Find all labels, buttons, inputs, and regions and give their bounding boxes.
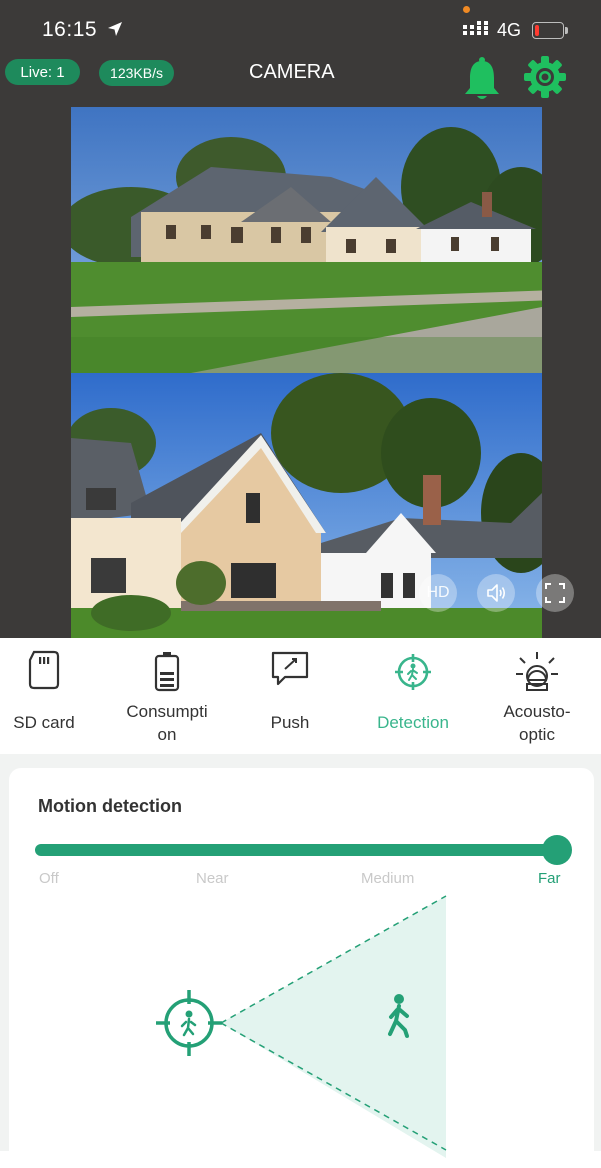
feature-tab-bar: SD card Consumpti on Push Detection Acou…: [0, 638, 601, 754]
sensor-icon: [156, 990, 222, 1056]
tab-label-consumption: Consumpti on: [126, 702, 208, 744]
volume-button[interactable]: [477, 574, 515, 612]
battery-icon: [154, 652, 180, 692]
push-icon: [271, 651, 309, 686]
speaker-icon: [487, 584, 506, 602]
tab-label-acousto-optic: Acousto- optic: [503, 702, 571, 744]
camera-feed-top[interactable]: [71, 107, 542, 373]
tab-sd-card[interactable]: SD card: [0, 638, 104, 754]
battery-icon: [532, 22, 568, 39]
fullscreen-icon: [545, 583, 565, 603]
tab-push[interactable]: Push: [230, 638, 350, 754]
light-icon: [516, 652, 558, 691]
tab-label-detection: Detection: [377, 713, 449, 732]
privacy-indicator-dot: [463, 6, 470, 13]
network-type: 4G: [497, 20, 522, 40]
tab-label-push: Push: [270, 713, 310, 732]
tab-consumption[interactable]: Consumpti on: [107, 638, 227, 754]
tab-acousto-optic[interactable]: Acousto- optic: [477, 638, 597, 754]
detection-range-illustration: [156, 895, 447, 1158]
settings-gear-icon[interactable]: [522, 54, 568, 100]
tab-label-sd-card: SD card: [13, 713, 75, 732]
location-arrow-icon: [108, 22, 122, 36]
signal-strength-icon: [463, 21, 488, 35]
bitrate-badge: 123KB/s: [99, 60, 174, 86]
bell-icon[interactable]: [462, 56, 502, 102]
hd-toggle-button[interactable]: HD: [419, 574, 457, 612]
fullscreen-button[interactable]: [536, 574, 574, 612]
tab-detection[interactable]: Detection: [353, 638, 473, 754]
detection-icon: [395, 654, 431, 690]
status-time: 16:15: [42, 18, 98, 41]
camera-feed-bottom[interactable]: [71, 373, 542, 638]
live-viewers-badge: Live: 1: [5, 59, 80, 85]
sd-card-icon: [28, 650, 60, 690]
page-title: CAMERA: [249, 61, 335, 83]
motion-detection-card: Motion detection Off Near Medium Far: [9, 768, 594, 1168]
